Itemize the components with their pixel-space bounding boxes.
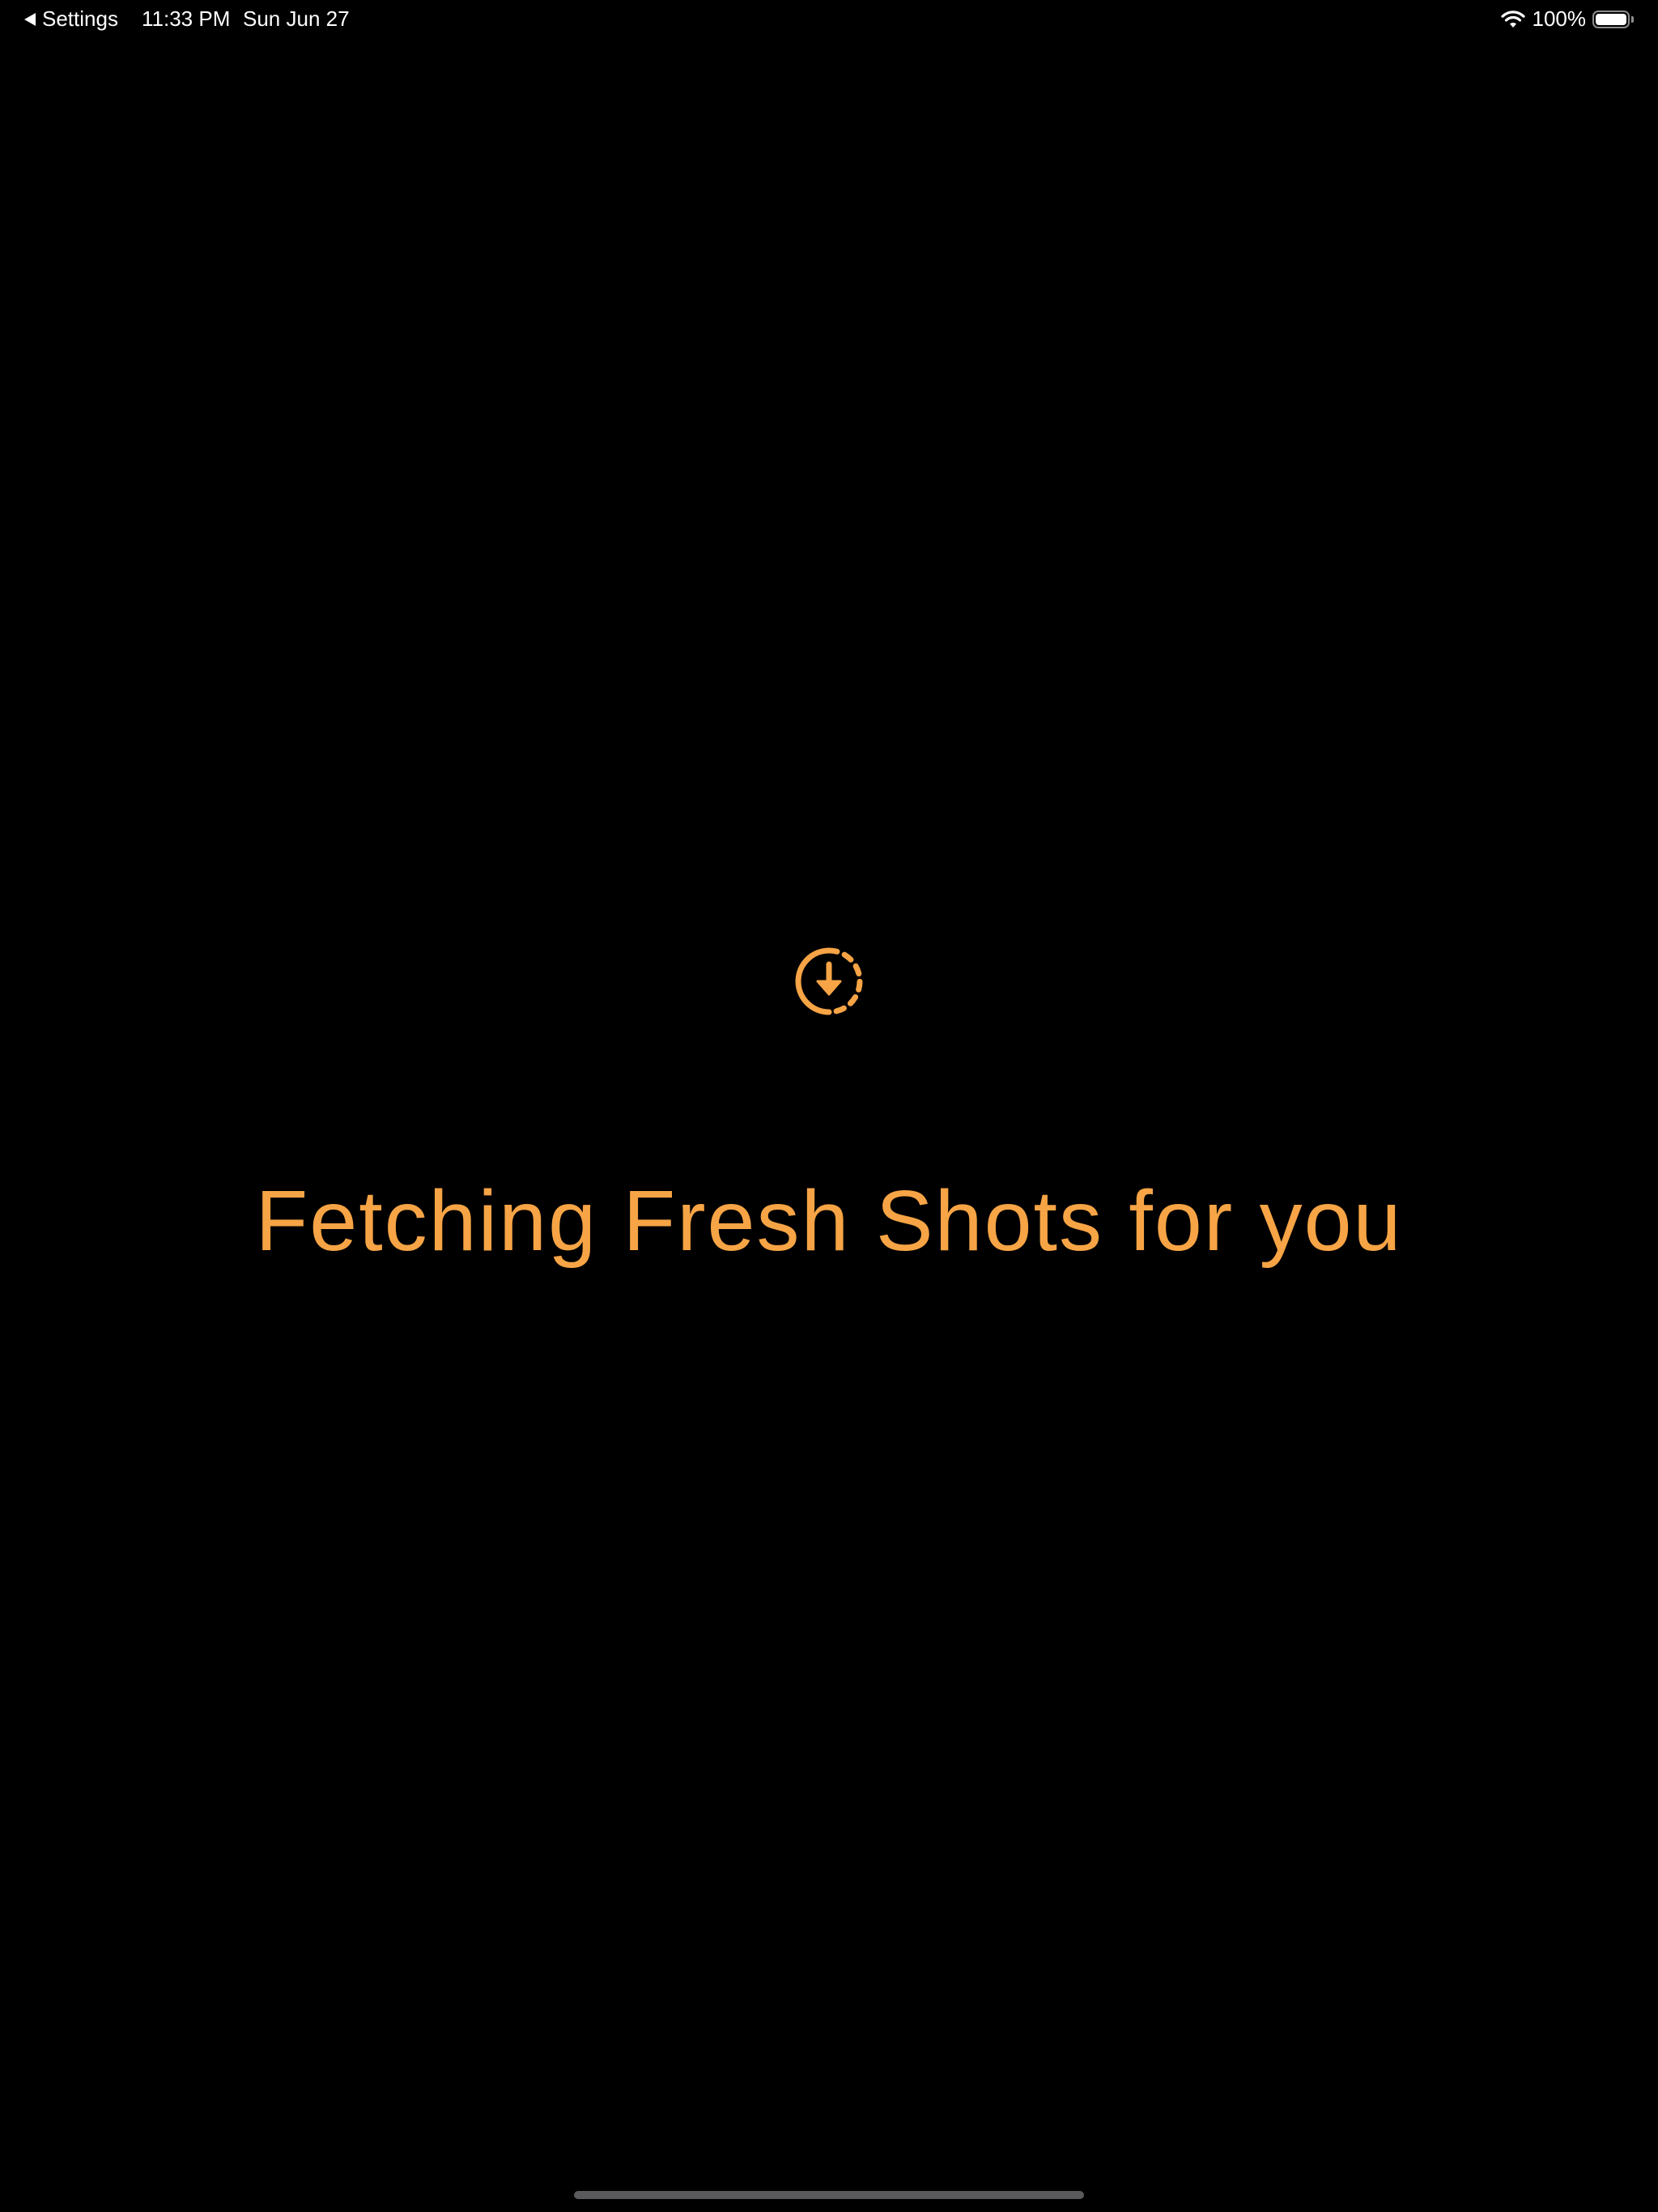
dashed-circle-download-icon <box>793 946 865 1017</box>
battery-fill <box>1596 13 1626 25</box>
status-indicators: 100% <box>1500 6 1634 32</box>
back-to-settings-link[interactable]: Settings <box>24 6 118 32</box>
home-indicator[interactable] <box>574 2191 1084 2199</box>
loading-screen: Settings 11:33 PM Sun Jun 27 100% Fetchi… <box>0 0 1658 2212</box>
back-arrow-icon <box>24 12 36 26</box>
wifi-icon <box>1500 10 1526 29</box>
status-bar: Settings 11:33 PM Sun Jun 27 100% <box>0 0 1658 39</box>
loading-message: Fetching Fresh Shots for you <box>255 1173 1403 1269</box>
back-link-label: Settings <box>42 6 118 31</box>
battery-percent: 100% <box>1532 6 1587 31</box>
battery-icon <box>1592 10 1634 28</box>
battery-cap <box>1631 15 1634 23</box>
status-time: 11:33 PM <box>142 6 231 31</box>
status-date: Sun Jun 27 <box>243 6 350 31</box>
battery-body <box>1592 10 1630 28</box>
